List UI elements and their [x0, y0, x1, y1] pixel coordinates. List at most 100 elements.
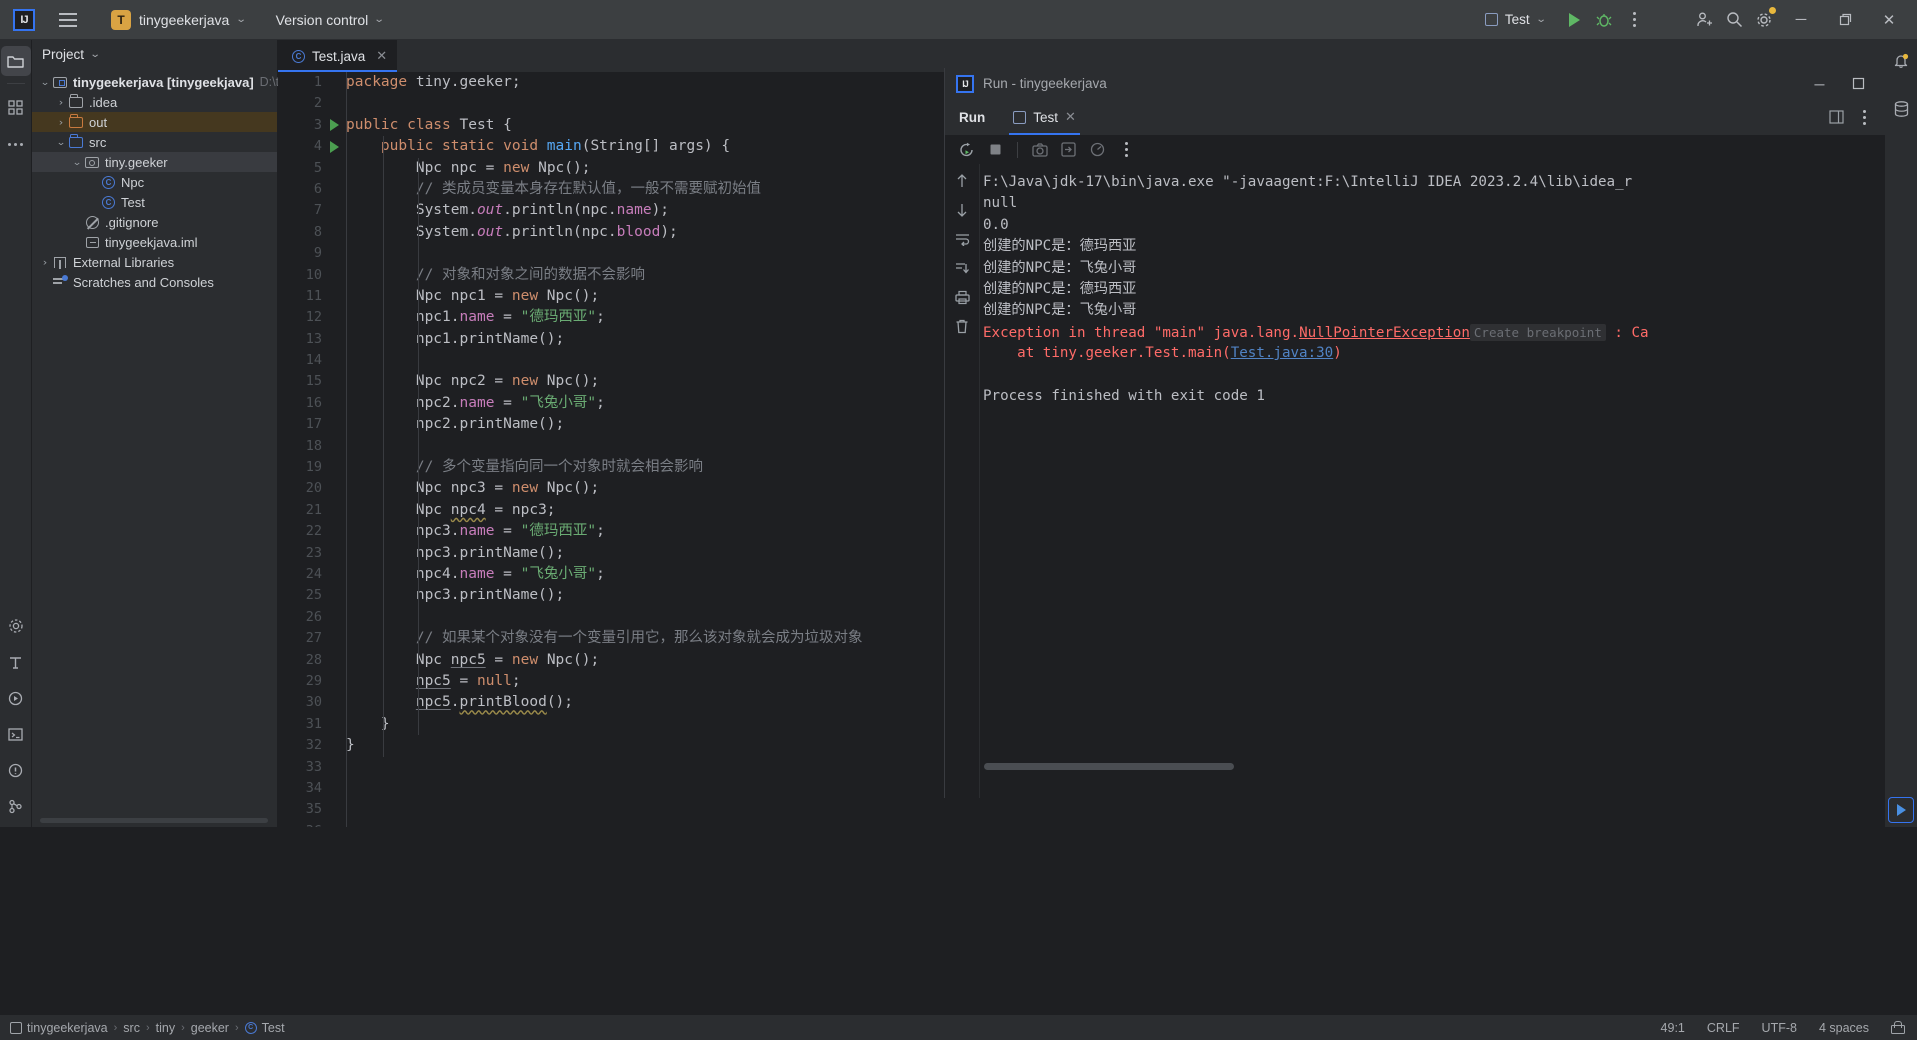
- services-icon[interactable]: [1, 683, 31, 713]
- read-only-lock-icon[interactable]: [1891, 1021, 1905, 1034]
- problems-icon[interactable]: [1, 755, 31, 785]
- line-number: 7: [313, 202, 322, 219]
- stop-icon[interactable]: [983, 137, 1008, 162]
- line-number: 22: [305, 523, 322, 540]
- run-config-label: Test: [1504, 12, 1530, 27]
- folder-blue-icon: [68, 134, 85, 150]
- caret-position[interactable]: 49:1: [1661, 1021, 1685, 1035]
- maximize-button[interactable]: [1823, 0, 1867, 40]
- project-horizontal-scrollbar[interactable]: [40, 818, 268, 823]
- project-panel-header[interactable]: Project ⌄: [32, 40, 277, 68]
- terminal-icon[interactable]: [1, 719, 31, 749]
- close-button[interactable]: ✕: [1867, 0, 1911, 40]
- run-gutter-icon[interactable]: [322, 119, 346, 132]
- settings-icon[interactable]: [1, 611, 31, 641]
- console-horizontal-scrollbar[interactable]: [984, 763, 1234, 770]
- line-separator[interactable]: CRLF: [1707, 1021, 1740, 1035]
- console-line: 创建的NPC是：德玛西亚: [983, 238, 1137, 255]
- version-control-label: Version control: [275, 11, 369, 28]
- dump-threads-icon[interactable]: [1056, 137, 1081, 162]
- more-icon[interactable]: [1114, 137, 1139, 162]
- scroll-up-icon[interactable]: [950, 170, 975, 192]
- database-icon[interactable]: [1886, 94, 1916, 124]
- format-icon[interactable]: [1, 647, 31, 677]
- tree-item-tinygeekerjava[interactable]: ⌄tinygeekerjava [tinygeekjava]D:\tinyge: [32, 72, 309, 92]
- more-tool-windows-icon[interactable]: [1, 129, 31, 159]
- tree-item-test[interactable]: ›CTest: [32, 192, 277, 212]
- close-icon[interactable]: ✕: [1065, 109, 1076, 125]
- java-class-icon: C: [100, 195, 117, 210]
- search-icon[interactable]: [1719, 5, 1749, 35]
- tree-item-npc[interactable]: ›CNpc: [32, 172, 277, 192]
- run-window-minimize[interactable]: ─: [1800, 68, 1839, 99]
- tab-test[interactable]: Test ✕: [1009, 99, 1080, 135]
- line-number: 23: [305, 544, 322, 561]
- code-text: // 如果某个对象没有一个变量引用它，那么该对象就会成为垃圾对象: [415, 630, 863, 647]
- tree-item-.gitignore[interactable]: ›.gitignore: [32, 212, 277, 232]
- indent-setting[interactable]: 4 spaces: [1819, 1021, 1869, 1035]
- close-icon[interactable]: ✕: [376, 48, 387, 64]
- line-number: 1: [313, 74, 322, 90]
- tree-item-tiny.geeker[interactable]: ⌄ tiny.geeker: [32, 152, 277, 172]
- breadcrumb-item[interactable]: geeker: [191, 1021, 229, 1035]
- tree-item-src[interactable]: ⌄ src: [32, 132, 277, 152]
- breadcrumb: tinygeekerjava › src › tiny › geeker › C Test: [0, 1021, 285, 1035]
- hamburger-menu-icon[interactable]: [51, 0, 85, 40]
- project-selector[interactable]: T tinygeekerjava ⌄: [103, 6, 254, 34]
- print-icon[interactable]: [950, 286, 975, 308]
- tree-item-scratches[interactable]: ›Scratches and Consoles: [32, 272, 277, 292]
- settings-gear-icon[interactable]: [1749, 5, 1779, 35]
- tree-item-tinygeekjava.iml[interactable]: ›tinygeekjava.iml: [32, 232, 277, 252]
- minimize-button[interactable]: ─: [1779, 0, 1823, 40]
- scroll-down-icon[interactable]: [950, 199, 975, 221]
- breadcrumb-label: tiny: [155, 1020, 176, 1035]
- tree-item-label: src: [89, 134, 107, 150]
- run-widget-icon[interactable]: [1888, 797, 1914, 823]
- breadcrumb-item[interactable]: C Test: [244, 1021, 285, 1035]
- exception-link[interactable]: NullPointerException: [1299, 325, 1470, 341]
- right-tool-strip: [1885, 40, 1917, 827]
- breadcrumb-label: src: [123, 1020, 140, 1035]
- tree-item-out[interactable]: › out: [32, 112, 277, 132]
- structure-icon[interactable]: [1, 93, 31, 123]
- more-actions-icon[interactable]: [1619, 5, 1649, 35]
- breadcrumb-item[interactable]: tinygeekerjava: [10, 1021, 108, 1035]
- tree-item-external[interactable]: › External Libraries: [32, 252, 277, 272]
- profiler-icon[interactable]: [1085, 137, 1110, 162]
- clear-all-icon[interactable]: [950, 315, 975, 337]
- breadcrumb-item[interactable]: tiny: [156, 1021, 175, 1035]
- line-number: 34: [305, 779, 322, 796]
- code-text: package tiny.geeker;: [346, 74, 521, 90]
- version-control-menu[interactable]: Version control ⌄: [275, 11, 386, 28]
- console-line: 创建的NPC是：飞兔小哥: [983, 259, 1137, 276]
- tab-test-java[interactable]: C Test.java ✕: [278, 40, 398, 72]
- run-window-maximize[interactable]: [1839, 68, 1878, 99]
- tree-item-label: tinygeekjava.iml: [105, 234, 198, 250]
- chevron-down-icon: ⌄: [373, 14, 386, 25]
- rerun-icon[interactable]: [954, 137, 979, 162]
- screenshot-icon[interactable]: [1027, 137, 1052, 162]
- tree-item-.idea[interactable]: › .idea: [32, 92, 277, 112]
- stack-file-link[interactable]: Test.java:30: [1231, 345, 1334, 361]
- file-encoding[interactable]: UTF-8: [1762, 1021, 1797, 1035]
- options-icon[interactable]: [1851, 104, 1877, 130]
- project-tree: ⌄tinygeekerjava [tinygeekjava]D:\tinyge›…: [32, 68, 309, 292]
- version-control-icon[interactable]: [1, 791, 31, 821]
- layout-settings-icon[interactable]: [1823, 104, 1849, 130]
- debug-icon[interactable]: [1589, 5, 1619, 35]
- console-output[interactable]: F:\Java\jdk-17\bin\java.exe "-javaagent:…: [980, 164, 1917, 798]
- soft-wrap-icon[interactable]: [950, 228, 975, 250]
- create-breakpoint-badge[interactable]: Create breakpoint: [1469, 323, 1606, 341]
- run-icon[interactable]: [1559, 5, 1589, 35]
- add-account-icon[interactable]: [1689, 5, 1719, 35]
- tab-run[interactable]: Run: [959, 110, 985, 125]
- tree-item-label: External Libraries: [73, 254, 175, 270]
- breadcrumb-item[interactable]: src: [123, 1021, 140, 1035]
- notifications-bell-icon[interactable]: [1886, 46, 1916, 76]
- console-line: Process finished with exit code 1: [983, 387, 1265, 404]
- run-gutter-icon[interactable]: [322, 140, 346, 153]
- line-number: 28: [305, 651, 322, 668]
- project-folder-icon[interactable]: [0, 46, 31, 76]
- scroll-to-end-icon[interactable]: [950, 257, 975, 279]
- run-configuration-selector[interactable]: Test ⌄: [1484, 12, 1546, 27]
